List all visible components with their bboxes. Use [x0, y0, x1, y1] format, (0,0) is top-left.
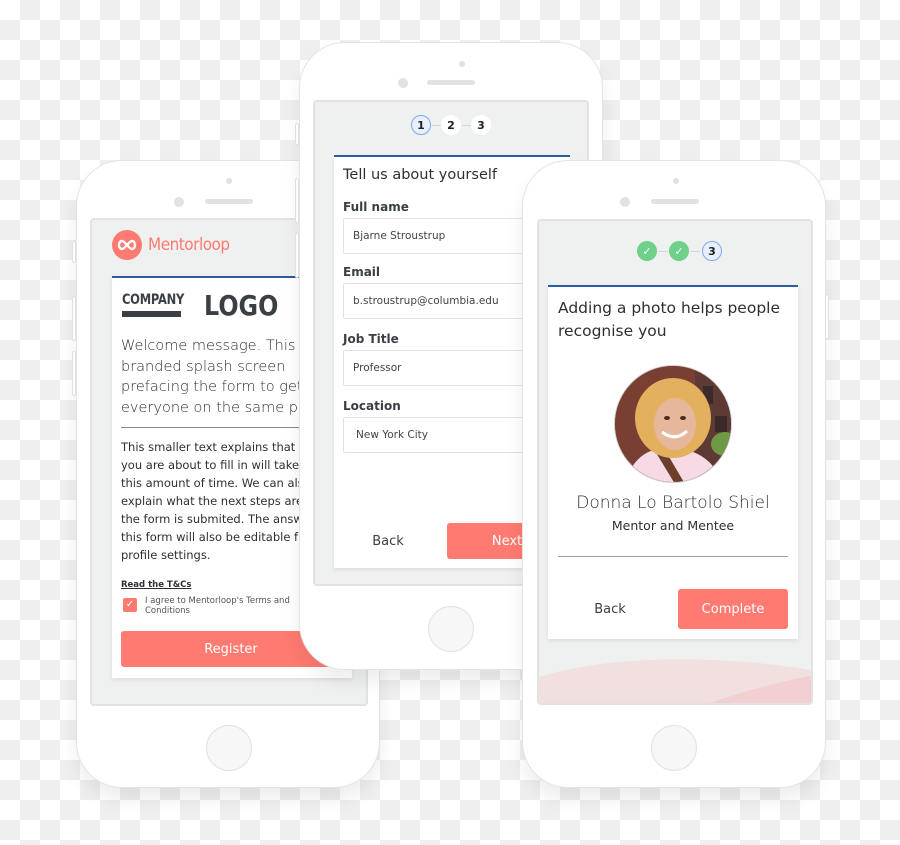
check-icon: ✓: [642, 244, 652, 258]
profile-name: Donna Lo Bartolo Shiel: [576, 493, 770, 513]
side-button: [72, 241, 76, 263]
step-3: 3: [471, 115, 491, 135]
back-button[interactable]: Back: [558, 589, 662, 629]
phone-frame-right: ✓ ✓ 3 Adding a photo helps people recogn…: [522, 160, 829, 788]
mentorloop-logo: Mentorloop: [112, 230, 230, 260]
complete-button[interactable]: Complete: [678, 589, 788, 629]
sensor-dot: [226, 178, 232, 184]
side-button: [295, 123, 299, 145]
field-label-full-name: Full name: [343, 200, 409, 214]
field-label-job-title: Job Title: [343, 332, 399, 346]
email-input[interactable]: b.stroustrup@columbia.edu: [343, 283, 543, 319]
step-connector: [462, 125, 471, 126]
camera-dot: [398, 78, 408, 88]
camera-dot: [174, 197, 184, 207]
check-icon: ✓: [674, 244, 684, 258]
speaker-grille: [205, 199, 253, 204]
field-label-email: Email: [343, 265, 381, 279]
side-button: [72, 351, 76, 396]
step-2: 2: [441, 115, 461, 135]
agree-checkbox[interactable]: ✓: [123, 598, 137, 612]
step-2-done: ✓: [669, 241, 689, 261]
step-3: 3: [702, 241, 722, 261]
company-logo-big: LOGO: [203, 289, 279, 322]
step-1-done: ✓: [637, 241, 657, 261]
location-input[interactable]: New York City: [343, 417, 543, 453]
divider: [121, 427, 301, 428]
back-button[interactable]: Back: [343, 523, 433, 559]
brand-name: Mentorloop: [148, 235, 230, 255]
decorative-wave: [539, 659, 811, 703]
photo-heading: Adding a photo helps people recognise yo…: [558, 299, 781, 340]
step-connector: [658, 251, 668, 252]
side-button: [825, 294, 829, 339]
logo-bar: [122, 311, 181, 317]
photo-card: Adding a photo helps people recognise yo…: [548, 285, 798, 639]
side-button: [295, 233, 299, 278]
profile-photo[interactable]: [614, 365, 732, 483]
side-button: [72, 296, 76, 341]
camera-dot: [620, 197, 630, 207]
company-logo-top: COMPANY: [122, 292, 185, 308]
home-button[interactable]: [206, 725, 252, 771]
agree-label: I agree to Mentorloop's Terms and Condit…: [145, 596, 290, 616]
portrait-image: [615, 366, 731, 482]
home-button[interactable]: [651, 725, 697, 771]
speaker-grille: [427, 80, 475, 85]
speaker-grille: [651, 199, 699, 204]
form-heading: Tell us about yourself: [343, 167, 497, 183]
sensor-dot: [673, 178, 679, 184]
field-label-location: Location: [343, 399, 401, 413]
divider: [558, 556, 788, 557]
step-1: 1: [411, 115, 431, 135]
checkmark-icon: ✓: [125, 599, 135, 610]
side-button: [295, 178, 299, 223]
sensor-dot: [459, 61, 465, 67]
step-connector: [690, 251, 700, 252]
full-name-input[interactable]: Bjarne Stroustrup: [343, 218, 543, 254]
terms-link[interactable]: Read the T&Cs: [121, 580, 191, 590]
home-button[interactable]: [428, 606, 474, 652]
infinity-loop-icon: [112, 230, 142, 260]
company-logo: COMPANY LOGO: [122, 292, 291, 320]
profile-role: Mentor and Mentee: [611, 518, 735, 533]
step-connector: [432, 125, 441, 126]
phone-screen-right: ✓ ✓ 3 Adding a photo helps people recogn…: [537, 219, 813, 705]
job-title-input[interactable]: Professor: [343, 350, 543, 386]
